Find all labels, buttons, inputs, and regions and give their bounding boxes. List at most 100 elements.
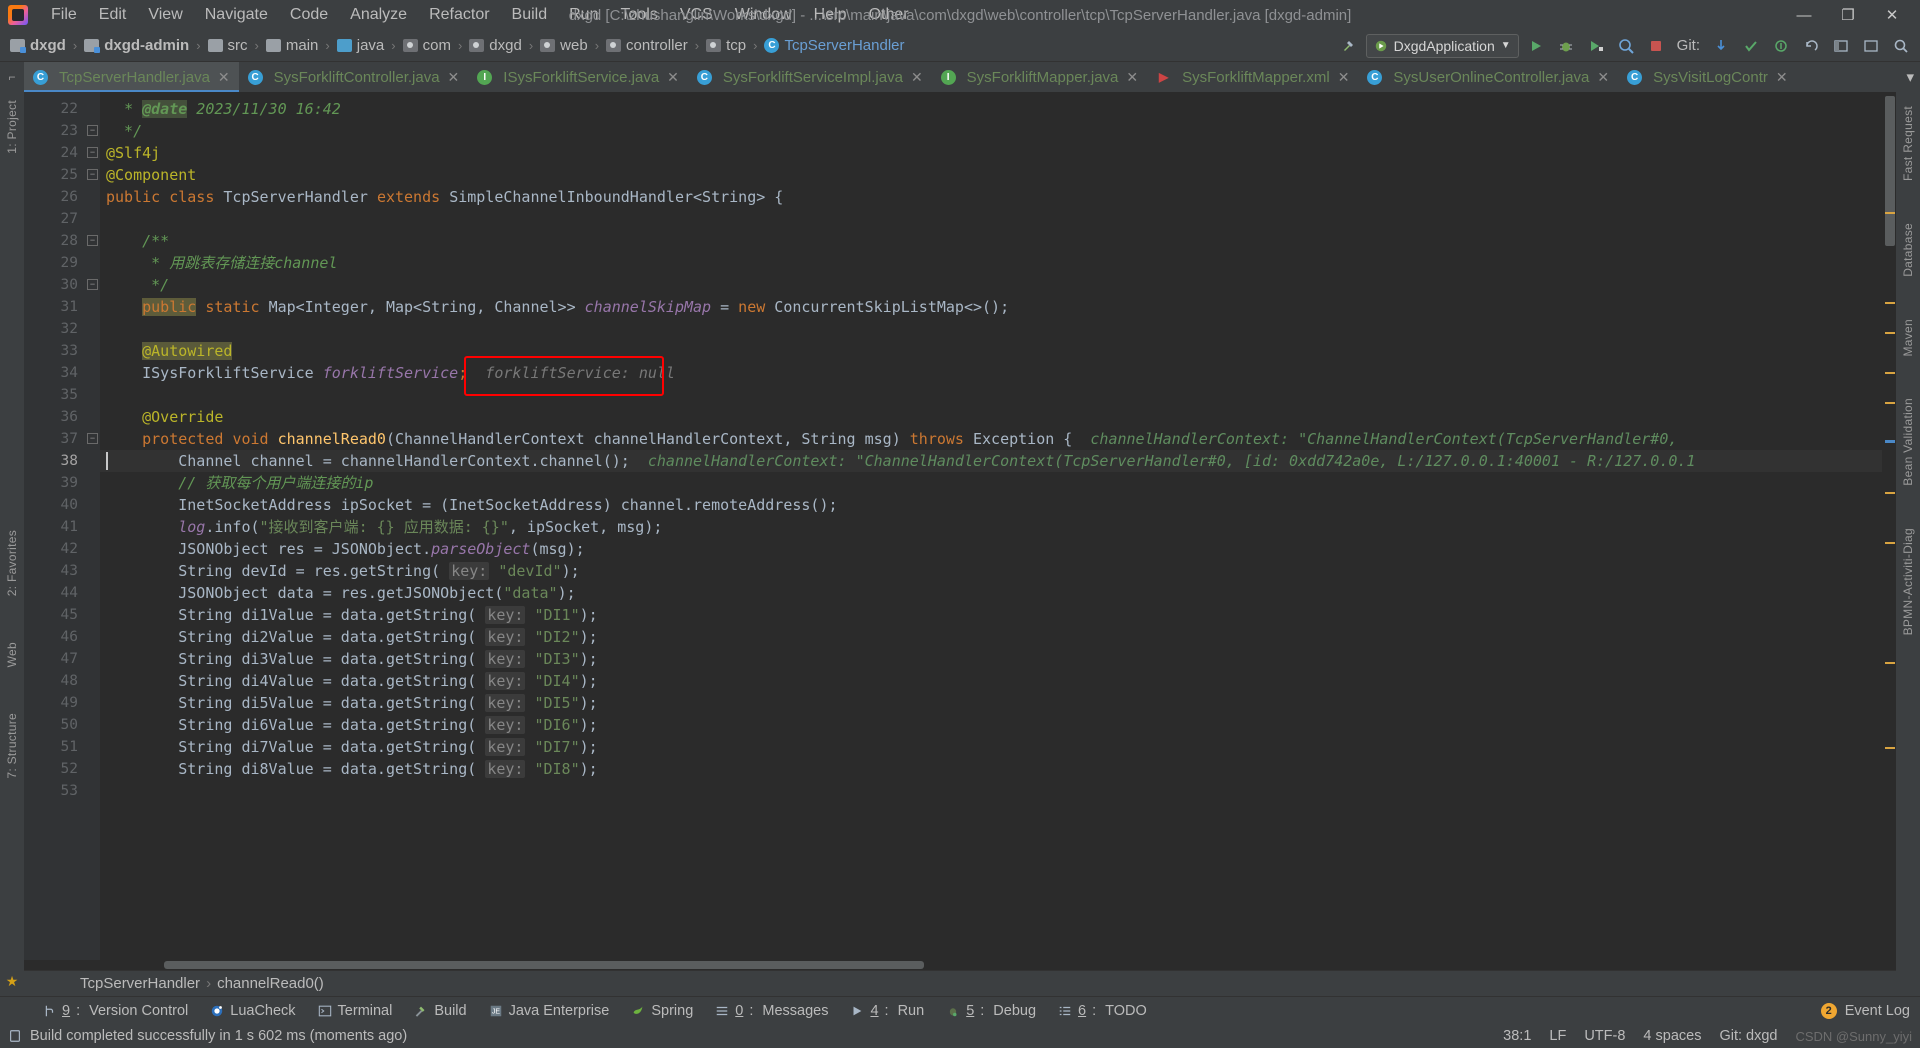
menu-item-analyze[interactable]: Analyze bbox=[339, 3, 418, 27]
close-tab-icon[interactable]: ✕ bbox=[911, 69, 923, 86]
breadcrumb-class[interactable]: TcpServerHandler bbox=[80, 975, 200, 992]
caret-position-marker[interactable] bbox=[1885, 440, 1895, 443]
code-line[interactable]: protected void channelRead0(ChannelHandl… bbox=[100, 428, 1882, 450]
menu-item-build[interactable]: Build bbox=[501, 3, 559, 27]
breadcrumb-item-dxgd[interactable]: dxgd bbox=[6, 35, 70, 56]
code-line[interactable]: * @date 2023/11/30 16:42 bbox=[100, 98, 1882, 120]
favorites-star-icon[interactable]: ★ bbox=[6, 973, 19, 996]
line-number[interactable]: 52 bbox=[24, 758, 86, 780]
code-line[interactable]: String di6Value = data.getString( key: "… bbox=[100, 714, 1882, 736]
file-encoding[interactable]: UTF-8 bbox=[1584, 1028, 1625, 1044]
code-line[interactable]: String di5Value = data.getString( key: "… bbox=[100, 692, 1882, 714]
code-line[interactable]: Channel channel = channelHandlerContext.… bbox=[100, 450, 1882, 472]
warning-marker[interactable] bbox=[1885, 302, 1895, 304]
line-number[interactable]: 31 bbox=[24, 296, 86, 318]
left-strip-project[interactable]: 1: Project bbox=[5, 92, 19, 162]
debug-button[interactable] bbox=[1553, 33, 1579, 59]
code-line[interactable] bbox=[100, 780, 1882, 802]
code-fold-toggle[interactable]: − bbox=[87, 147, 98, 158]
run-button[interactable] bbox=[1523, 33, 1549, 59]
code-line[interactable]: JSONObject res = JSONObject.parseObject(… bbox=[100, 538, 1882, 560]
warning-marker[interactable] bbox=[1885, 332, 1895, 334]
tool-window-messages[interactable]: 0: Messages bbox=[705, 1000, 838, 1022]
code-line[interactable]: public class TcpServerHandler extends Si… bbox=[100, 186, 1882, 208]
breadcrumb-item-web[interactable]: web bbox=[536, 35, 592, 56]
tabs-overflow-button[interactable]: ▾ bbox=[1906, 62, 1920, 92]
close-tab-icon[interactable]: ✕ bbox=[448, 69, 460, 86]
warning-marker[interactable] bbox=[1885, 542, 1895, 544]
line-number[interactable]: 30 bbox=[24, 274, 86, 296]
code-line[interactable]: String di8Value = data.getString( key: "… bbox=[100, 758, 1882, 780]
line-number[interactable]: 24 bbox=[24, 142, 86, 164]
tool-window-debug[interactable]: 5: Debug bbox=[936, 1000, 1046, 1022]
breadcrumb-item-src[interactable]: src bbox=[204, 35, 252, 56]
profile-button[interactable] bbox=[1613, 33, 1639, 59]
code-line[interactable]: log.info("接收到客户端: {} 应用数据: {}", ipSocket… bbox=[100, 516, 1882, 538]
code-line[interactable]: /** bbox=[100, 230, 1882, 252]
code-line[interactable]: // 获取每个用户端连接的ip bbox=[100, 472, 1882, 494]
warning-marker[interactable] bbox=[1885, 747, 1895, 749]
code-line[interactable]: */ bbox=[100, 120, 1882, 142]
git-push-icon[interactable] bbox=[1768, 33, 1794, 59]
code-line[interactable]: String di4Value = data.getString( key: "… bbox=[100, 670, 1882, 692]
code-line[interactable]: */ bbox=[100, 274, 1882, 296]
line-number[interactable]: 41 bbox=[24, 516, 86, 538]
minimize-button[interactable]: — bbox=[1782, 1, 1826, 29]
event-log-label[interactable]: Event Log bbox=[1845, 1003, 1910, 1019]
editor-tab-sysforkliftserviceimpl-java[interactable]: C SysForkliftServiceImpl.java ✕ bbox=[688, 62, 932, 92]
close-tab-icon[interactable]: ✕ bbox=[218, 69, 230, 86]
breadcrumb-item-dxgd[interactable]: dxgd bbox=[465, 35, 526, 56]
line-number[interactable]: 23 bbox=[24, 120, 86, 142]
line-number[interactable]: 28 bbox=[24, 230, 86, 252]
code-fold-toggle[interactable]: − bbox=[87, 125, 98, 136]
breadcrumb-item-java[interactable]: java bbox=[333, 35, 389, 56]
warning-marker[interactable] bbox=[1885, 372, 1895, 374]
code-line[interactable]: @Override bbox=[100, 406, 1882, 428]
line-number[interactable]: 40 bbox=[24, 494, 86, 516]
line-number[interactable]: 45 bbox=[24, 604, 86, 626]
menu-item-refactor[interactable]: Refactor bbox=[418, 3, 500, 27]
close-tab-icon[interactable]: ✕ bbox=[1597, 69, 1609, 86]
close-tab-icon[interactable]: ✕ bbox=[1126, 69, 1138, 86]
menu-item-navigate[interactable]: Navigate bbox=[194, 3, 279, 27]
horizontal-scrollbar[interactable] bbox=[24, 960, 1896, 970]
tool-window-java-enterprise[interactable]: JE Java Enterprise bbox=[479, 1000, 620, 1022]
breadcrumb-method[interactable]: channelRead0() bbox=[217, 975, 324, 992]
code-line[interactable] bbox=[100, 384, 1882, 406]
breadcrumb-item-tcpserverhandler[interactable]: C TcpServerHandler bbox=[760, 35, 908, 56]
left-strip-favorites[interactable]: 2: Favorites bbox=[5, 522, 19, 604]
line-number[interactable]: 35 bbox=[24, 384, 86, 406]
tool-window-todo[interactable]: 6: TODO bbox=[1048, 1000, 1157, 1022]
left-strip-web[interactable]: Web bbox=[5, 634, 19, 675]
build-hammer-icon[interactable] bbox=[1336, 33, 1362, 59]
line-number[interactable]: 39 bbox=[24, 472, 86, 494]
close-button[interactable]: ✕ bbox=[1870, 1, 1914, 29]
line-number[interactable]: 42 bbox=[24, 538, 86, 560]
tool-window-build[interactable]: Build bbox=[404, 1000, 476, 1022]
editor-tab-sysforkliftmapper-java[interactable]: I SysForkliftMapper.java ✕ bbox=[932, 62, 1147, 92]
code-line[interactable]: * 用跳表存储连接channel bbox=[100, 252, 1882, 274]
undo-icon[interactable] bbox=[1798, 33, 1824, 59]
tool-window-run[interactable]: 4: Run bbox=[840, 1000, 934, 1022]
code-folding-column[interactable]: − − − − − − bbox=[86, 92, 100, 960]
code-fold-toggle[interactable]: − bbox=[87, 279, 98, 290]
code-fold-toggle[interactable]: − bbox=[87, 169, 98, 180]
indent-setting[interactable]: 4 spaces bbox=[1643, 1028, 1701, 1044]
line-number[interactable]: 32 bbox=[24, 318, 86, 340]
tool-window-terminal[interactable]: Terminal bbox=[308, 1000, 403, 1022]
line-number[interactable]: 49 bbox=[24, 692, 86, 714]
code-line[interactable]: @Autowired bbox=[100, 340, 1882, 362]
right-strip-fastrequest[interactable]: Fast Request bbox=[1901, 98, 1915, 189]
code-line[interactable]: String di7Value = data.getString( key: "… bbox=[100, 736, 1882, 758]
close-tab-icon[interactable]: ✕ bbox=[667, 69, 679, 86]
run-configuration-selector[interactable]: DxgdApplication ▼ bbox=[1365, 33, 1519, 58]
editor-tab-sysuseronlinecontroller-java[interactable]: C SysUserOnlineController.java ✕ bbox=[1358, 62, 1618, 92]
tool-window-luacheck[interactable]: LuaCheck bbox=[200, 1000, 305, 1022]
line-number[interactable]: 38 bbox=[24, 450, 86, 472]
tool-window-spring[interactable]: Spring bbox=[621, 1000, 703, 1022]
menu-item-view[interactable]: View bbox=[137, 3, 193, 27]
editor-tab-sysforkliftmapper-xml[interactable]: ▶ SysForkliftMapper.xml ✕ bbox=[1147, 62, 1358, 92]
line-number-gutter[interactable]: 22 23 24 25 26 27 28 29 30 31 32 33 34 35 36 37 38 39 40 41… bbox=[24, 92, 86, 960]
code-line[interactable]: InetSocketAddress ipSocket = (InetSocket… bbox=[100, 494, 1882, 516]
line-number[interactable]: 27 bbox=[24, 208, 86, 230]
